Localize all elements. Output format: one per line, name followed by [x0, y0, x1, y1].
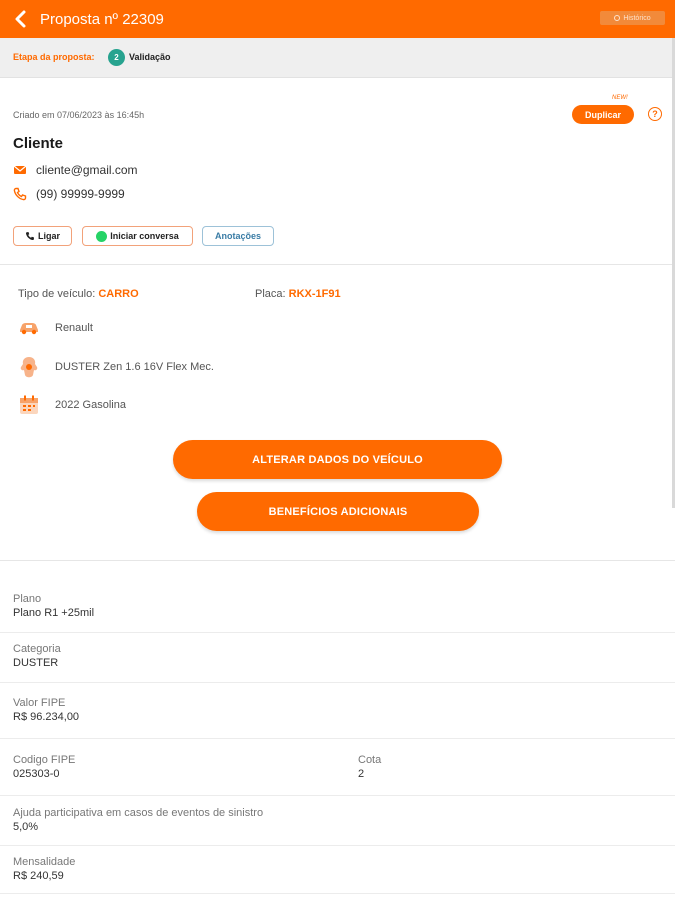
plan-field: Plano Plano R1 +25mil [13, 593, 94, 619]
row-divider [0, 738, 675, 739]
vehicle-type-label: Tipo de veículo: [18, 288, 96, 300]
row-divider [0, 845, 675, 846]
fipe-code-label: Codigo FIPE [13, 754, 76, 766]
fipe-value-label: Valor FIPE [13, 697, 66, 709]
plan-value: Plano R1 +25mil [13, 607, 95, 619]
stage-number-badge: 2 [108, 49, 125, 66]
page-title: Proposta nº 22309 [40, 11, 164, 28]
row-divider [0, 682, 675, 683]
whatsapp-icon [96, 230, 108, 242]
call-button-label: Ligar [37, 231, 60, 241]
fipe-code-field: Codigo FIPE 025303-0 [13, 754, 75, 780]
history-label: Histórico [623, 14, 651, 22]
client-email-row: cliente@gmail.com [13, 163, 138, 177]
client-email: cliente@gmail.com [36, 163, 138, 177]
category-value: DUSTER [13, 657, 59, 669]
category-field: Categoria DUSTER [13, 643, 61, 669]
phone-icon [25, 232, 34, 241]
phone-icon [13, 187, 27, 201]
row-divider [0, 893, 675, 894]
history-icon [614, 15, 621, 21]
participation-value: 5,0% [13, 821, 39, 833]
monthly-value: R$ 240,59 [13, 870, 64, 882]
extra-benefits-button[interactable]: BENEFÍCIOS ADICIONAIS [197, 492, 479, 531]
monthly-label: Mensalidade [13, 856, 76, 868]
app-header: Proposta nº 22309 Histórico [0, 0, 675, 38]
row-divider [0, 632, 675, 633]
email-icon [13, 165, 27, 174]
duplicate-button[interactable]: Duplicar [572, 105, 634, 124]
car-icon [20, 323, 38, 335]
history-button[interactable]: Histórico [600, 11, 665, 25]
new-tag: NEW! [612, 95, 628, 101]
client-phone-row: (99) 99999-9999 [13, 187, 125, 201]
fipe-code: 025303-0 [13, 768, 60, 780]
vehicle-brand-row: Renault [18, 320, 93, 336]
vehicle-plate: Placa: RKX-1F91 [255, 288, 341, 300]
start-chat-button[interactable]: Iniciar conversa [82, 226, 193, 246]
vehicle-year-fuel: 2022 Gasolina [55, 399, 126, 411]
vehicle-type: Tipo de veículo: CARRO [18, 288, 139, 300]
call-button[interactable]: Ligar [13, 226, 72, 246]
fipe-value: R$ 96.234,00 [13, 711, 80, 723]
vehicle-model: DUSTER Zen 1.6 16V Flex Mec. [55, 361, 214, 373]
plan-label: Plano [13, 593, 42, 605]
quota-value: 2 [358, 768, 365, 780]
stage-name: Validação [129, 52, 171, 62]
plate-label: Placa: [255, 288, 286, 300]
vehicle-year-row: 2022 Gasolina [18, 394, 126, 416]
calendar-icon [20, 395, 38, 414]
vehicle-brand: Renault [55, 322, 93, 334]
participation-label: Ajuda participativa em casos de eventos … [13, 807, 264, 819]
notes-button[interactable]: Anotações [202, 226, 274, 246]
participation-field: Ajuda participativa em casos de eventos … [13, 807, 263, 833]
client-phone: (99) 99999-9999 [36, 187, 125, 201]
change-vehicle-button[interactable]: ALTERAR DADOS DO VEÍCULO [173, 440, 502, 479]
monthly-field: Mensalidade R$ 240,59 [13, 856, 75, 882]
quota-label: Cota [358, 754, 382, 766]
quota-field: Cota 2 [358, 754, 381, 780]
help-icon[interactable]: ? [648, 107, 662, 121]
back-arrow-icon[interactable] [10, 7, 32, 31]
model-icon [20, 357, 38, 378]
stage-label: Etapa da proposta: [13, 52, 95, 62]
section-divider [0, 264, 675, 265]
created-date: Criado em 07/06/2023 às 16:45h [13, 110, 145, 120]
client-name: Cliente [13, 135, 64, 152]
vehicle-type-value: CARRO [98, 288, 139, 300]
stage-bar: Etapa da proposta: 2 Validação [0, 38, 675, 78]
category-label: Categoria [13, 643, 61, 655]
plate-value: RKX-1F91 [288, 288, 341, 300]
section-divider [0, 560, 675, 561]
start-chat-label: Iniciar conversa [110, 231, 179, 241]
vehicle-model-row: DUSTER Zen 1.6 16V Flex Mec. [18, 355, 214, 379]
fipe-value-field: Valor FIPE R$ 96.234,00 [13, 697, 79, 723]
row-divider [0, 795, 675, 796]
